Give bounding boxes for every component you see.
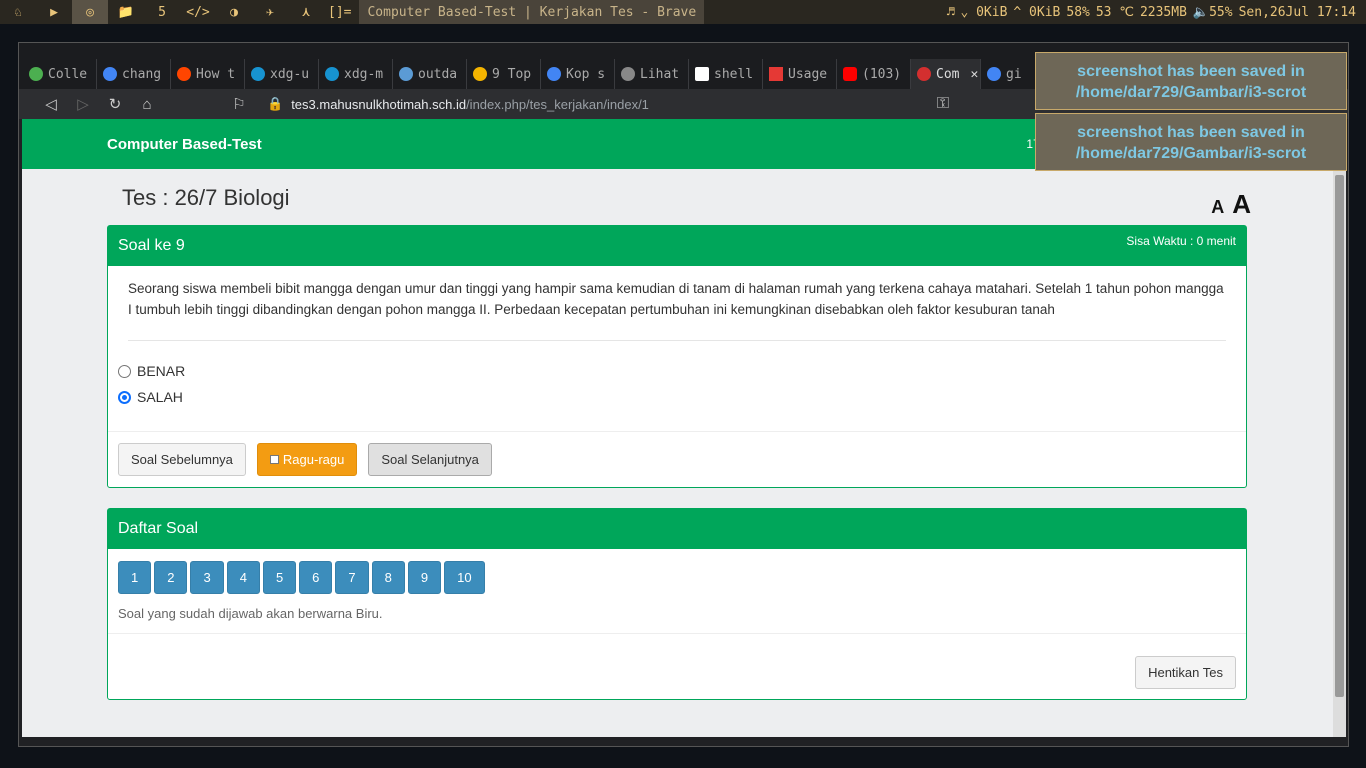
youtube-icon	[843, 67, 857, 81]
memory: 2235MB	[1139, 4, 1187, 20]
workspace-5[interactable]: 5	[144, 0, 180, 24]
google-icon	[547, 67, 561, 81]
question-button-2[interactable]: 2	[154, 561, 188, 594]
workspace-8[interactable]: ✈	[252, 0, 288, 24]
google-icon	[103, 67, 117, 81]
date-time: Sen,26Jul 17:14	[1238, 4, 1356, 20]
list-header: Daftar Soal	[108, 509, 1246, 549]
c-icon	[473, 67, 487, 81]
lock-icon: 🔒	[267, 96, 284, 111]
workspace-6[interactable]: </>	[180, 0, 216, 24]
workspace-3[interactable]: ◎	[72, 0, 108, 24]
tab-6[interactable]: 9 Top	[467, 59, 541, 89]
scrollbar[interactable]	[1333, 119, 1346, 737]
font-small-button[interactable]: A	[1211, 197, 1224, 218]
page-title: Tes : 26/7 Biologi	[122, 185, 290, 210]
brand[interactable]: Computer Based-Test	[107, 136, 262, 153]
question-numbers: 1 2 3 4 5 6 7 8 9 10	[108, 549, 1246, 594]
music-icon: ♬	[946, 4, 955, 20]
question-text: Seorang siswa membeli bibit mangga denga…	[128, 266, 1226, 341]
i3-status-bar: ♘ ▶ ◎ 📁 5 </> ◑ ✈ ⋏ []= Computer Based-T…	[0, 0, 1366, 24]
question-button-9[interactable]: 9	[407, 561, 442, 594]
tab-0[interactable]: Colle	[23, 59, 97, 89]
scrollbar-thumb[interactable]	[1335, 175, 1344, 697]
url-host: tes3.mahusnulkhotimah.sch.id	[291, 96, 467, 112]
question-button-5[interactable]: 5	[262, 561, 297, 594]
question-list-panel: Daftar Soal 1 2 3 4 5 6 7 8 9 10 Soal ya…	[107, 508, 1247, 700]
key-icon[interactable]: ⚿	[937, 95, 949, 113]
question-header: Soal ke 9 Sisa Waktu : 0 menit	[108, 226, 1246, 266]
question-number: Soal ke 9	[118, 237, 185, 254]
font-large-button[interactable]: A	[1232, 189, 1251, 220]
temperature: 53 ℃	[1095, 4, 1134, 20]
forward-icon[interactable]: ▷	[67, 95, 99, 113]
tab-9[interactable]: shell	[689, 59, 763, 89]
answered-hint: Soal yang sudah dijawab akan berwarna Bi…	[108, 594, 1246, 634]
radio-benar[interactable]	[118, 364, 131, 378]
notification-1[interactable]: screenshot has been saved in /home/dar72…	[1035, 52, 1347, 110]
globe-icon	[621, 67, 635, 81]
tab-3[interactable]: xdg-u	[245, 59, 319, 89]
wave-icon	[399, 67, 413, 81]
question-button-7[interactable]: 7	[335, 561, 369, 594]
tab-7[interactable]: Kop s	[541, 59, 615, 89]
volume: 🔈55%	[1192, 4, 1233, 20]
tab-8[interactable]: Lihat	[615, 59, 689, 89]
workspace-7[interactable]: ◑	[216, 0, 252, 24]
tab-10[interactable]: Usage	[763, 59, 837, 89]
tab-1[interactable]: chang	[97, 59, 171, 89]
question-button-3[interactable]: 3	[190, 561, 224, 594]
time-remaining: Sisa Waktu : 0 menit	[1126, 234, 1236, 248]
workspace-4[interactable]: 📁	[108, 0, 144, 24]
question-button-8[interactable]: 8	[371, 561, 405, 594]
prev-button[interactable]: Soal Sebelumnya	[118, 443, 246, 476]
layout-indicator: []=	[328, 4, 352, 20]
web-page: Computer Based-Test 17. Tes : 26/7 Biolo…	[22, 119, 1333, 737]
workspace-2[interactable]: ▶	[36, 0, 72, 24]
tab-11[interactable]: (103)	[837, 59, 911, 89]
reload-icon[interactable]: ↻	[99, 95, 131, 113]
window-title: Computer Based-Test | Kerjakan Tes - Bra…	[359, 0, 705, 24]
workspace-9[interactable]: ⋏	[288, 0, 324, 24]
question-button-10[interactable]: 10	[444, 561, 485, 594]
home-icon[interactable]: ⌂	[131, 96, 163, 113]
doubt-button[interactable]: Ragu-ragu	[256, 443, 358, 476]
workspace-1[interactable]: ♘	[0, 0, 36, 24]
arch-icon	[325, 67, 339, 81]
site-icon	[917, 67, 931, 81]
net-up: ^ 0KiB	[1013, 4, 1061, 20]
tab-4[interactable]: xdg-m	[319, 59, 393, 89]
google-icon	[987, 67, 1001, 81]
arch-icon	[251, 67, 265, 81]
question-panel: Soal ke 9 Sisa Waktu : 0 menit Seorang s…	[107, 225, 1247, 488]
p-icon	[695, 67, 709, 81]
next-button[interactable]: Soal Selanjutnya	[368, 443, 492, 476]
question-button-4[interactable]: 4	[226, 561, 260, 594]
url-path: /index.php/tes_kerjakan/index/1	[466, 96, 649, 112]
net-down: ⌄ 0KiB	[960, 4, 1008, 20]
tab-5[interactable]: outda	[393, 59, 467, 89]
tab-2[interactable]: How t	[171, 59, 245, 89]
cpu-usage: 58%	[1066, 4, 1090, 20]
reddit-icon	[177, 67, 191, 81]
leaf-icon	[29, 67, 43, 81]
notification-2[interactable]: screenshot has been saved in /home/dar72…	[1035, 113, 1347, 171]
question-footer: Soal Sebelumnya Ragu-ragu Soal Selanjutn…	[108, 431, 1246, 487]
question-button-1[interactable]: 1	[118, 561, 152, 594]
play-icon	[769, 67, 783, 81]
question-button-6[interactable]: 6	[299, 561, 333, 594]
option-salah[interactable]: SALAH	[118, 389, 1246, 405]
radio-salah-selected[interactable]	[118, 390, 131, 404]
back-icon[interactable]: ◁	[35, 95, 67, 113]
checkbox-icon[interactable]	[269, 455, 279, 464]
option-benar[interactable]: BENAR	[118, 363, 1246, 379]
bookmark-icon[interactable]: ⚐	[223, 95, 255, 113]
close-icon[interactable]: ✕	[970, 67, 978, 82]
font-size-controls: A A	[1211, 189, 1251, 220]
address-bar[interactable]: 🔒 tes3.mahusnulkhotimah.sch.id/index.php…	[267, 96, 649, 112]
status-blocks: ♬ ⌄ 0KiB ^ 0KiB 58% 53 ℃ 2235MB 🔈55% Sen…	[947, 5, 1366, 20]
stop-test-button[interactable]: Hentikan Tes	[1135, 656, 1236, 689]
tab-12-active[interactable]: Com ✕	[911, 59, 981, 89]
